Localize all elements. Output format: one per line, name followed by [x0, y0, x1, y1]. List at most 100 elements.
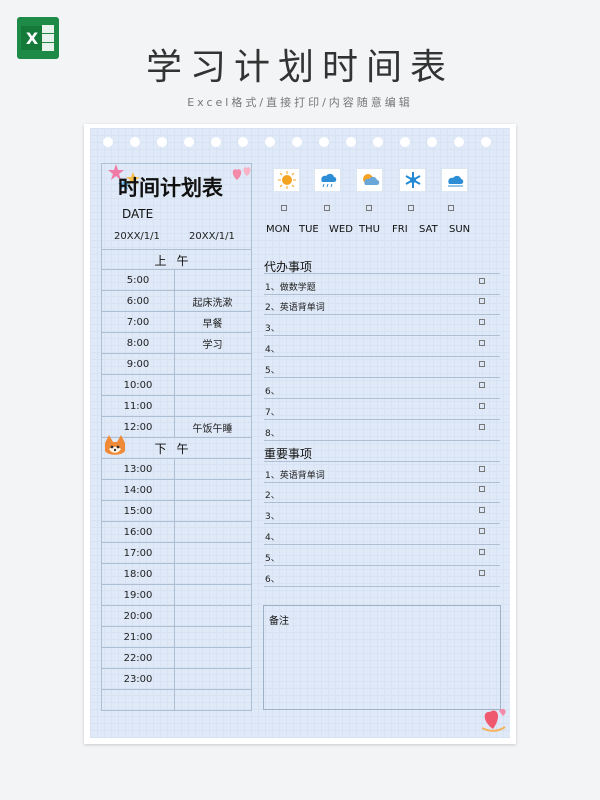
rain-cloud-icon[interactable] [314, 168, 341, 192]
schedule-row[interactable]: 10:00 [102, 374, 251, 395]
weekday-thu[interactable]: THU [359, 224, 380, 235]
cloud-icon[interactable] [441, 168, 468, 192]
schedule-row[interactable] [102, 689, 251, 710]
important-checkbox[interactable] [479, 507, 485, 513]
schedule-row[interactable]: 6:00 起床洗漱 [102, 290, 251, 311]
schedule-row[interactable]: 18:00 [102, 563, 251, 584]
schedule-row[interactable]: 8:00 学习 [102, 332, 251, 353]
important-text[interactable]: 4、 [265, 530, 280, 543]
activity-cell[interactable] [174, 459, 251, 479]
important-checkbox[interactable] [479, 570, 485, 576]
schedule-row[interactable]: 21:00 [102, 626, 251, 647]
weather-checkbox[interactable] [366, 205, 372, 211]
todo-text[interactable]: 4、 [265, 342, 280, 355]
todo-checkbox[interactable] [479, 361, 485, 367]
important-item[interactable]: 2、 [264, 482, 500, 503]
todo-item[interactable]: 1、做数学题 [264, 273, 500, 295]
schedule-row[interactable]: 22:00 [102, 647, 251, 668]
activity-cell[interactable] [174, 501, 251, 521]
important-text[interactable]: 2、 [265, 488, 280, 501]
activity-cell[interactable] [174, 669, 251, 689]
weekday-mon[interactable]: MON [266, 224, 290, 235]
important-checkbox[interactable] [479, 528, 485, 534]
important-item[interactable]: 5、 [264, 545, 500, 566]
weather-checkbox[interactable] [408, 205, 414, 211]
todo-checkbox[interactable] [479, 298, 485, 304]
todo-item[interactable]: 8、 [264, 420, 500, 441]
schedule-row[interactable]: 9:00 [102, 353, 251, 374]
weather-checkbox[interactable] [281, 205, 287, 211]
important-checkbox[interactable] [479, 549, 485, 555]
partly-cloudy-icon[interactable] [356, 168, 383, 192]
important-text[interactable]: 1、英语背单词 [265, 468, 325, 481]
todo-checkbox[interactable] [479, 319, 485, 325]
activity-cell[interactable] [174, 354, 251, 374]
sun-icon[interactable] [273, 168, 300, 192]
activity-cell[interactable]: 早餐 [174, 312, 251, 332]
activity-cell[interactable] [174, 627, 251, 647]
todo-item[interactable]: 3、 [264, 315, 500, 336]
activity-cell[interactable] [174, 522, 251, 542]
todo-text[interactable]: 8、 [265, 426, 280, 439]
schedule-row[interactable]: 14:00 [102, 479, 251, 500]
weekday-fri[interactable]: FRI [392, 224, 408, 235]
todo-text[interactable]: 7、 [265, 405, 280, 418]
activity-cell[interactable] [174, 480, 251, 500]
important-text[interactable]: 5、 [265, 551, 280, 564]
todo-item[interactable]: 2、英语背单词 [264, 294, 500, 315]
activity-cell[interactable] [174, 690, 251, 710]
todo-checkbox[interactable] [479, 278, 485, 284]
schedule-row[interactable]: 11:00 [102, 395, 251, 416]
weekday-sun[interactable]: SUN [449, 224, 470, 235]
activity-cell[interactable] [174, 564, 251, 584]
todo-item[interactable]: 6、 [264, 378, 500, 399]
weather-checkbox[interactable] [324, 205, 330, 211]
todo-text[interactable]: 2、英语背单词 [265, 300, 325, 313]
schedule-row[interactable]: 20:00 [102, 605, 251, 626]
important-checkbox[interactable] [479, 466, 485, 472]
activity-cell[interactable] [174, 396, 251, 416]
end-date[interactable]: 20XX/1/1 [189, 231, 235, 242]
activity-cell[interactable] [174, 270, 251, 290]
schedule-row[interactable]: 13:00 [102, 458, 251, 479]
todo-text[interactable]: 5、 [265, 363, 280, 376]
activity-cell[interactable] [174, 585, 251, 605]
activity-cell[interactable] [174, 543, 251, 563]
start-date[interactable]: 20XX/1/1 [114, 231, 160, 242]
schedule-row[interactable]: 15:00 [102, 500, 251, 521]
todo-text[interactable]: 3、 [265, 321, 280, 334]
schedule-row[interactable]: 7:00 早餐 [102, 311, 251, 332]
important-item[interactable]: 3、 [264, 503, 500, 524]
important-text[interactable]: 3、 [265, 509, 280, 522]
todo-text[interactable]: 1、做数学题 [265, 280, 316, 293]
todo-item[interactable]: 7、 [264, 399, 500, 420]
activity-cell[interactable] [174, 606, 251, 626]
todo-checkbox[interactable] [479, 382, 485, 388]
todo-checkbox[interactable] [479, 424, 485, 430]
weather-checkbox[interactable] [448, 205, 454, 211]
activity-cell[interactable]: 起床洗漱 [174, 291, 251, 311]
todo-item[interactable]: 4、 [264, 336, 500, 357]
snowflake-icon[interactable] [399, 168, 426, 192]
schedule-row[interactable]: 19:00 [102, 584, 251, 605]
schedule-row[interactable]: 17:00 [102, 542, 251, 563]
weekday-tue[interactable]: TUE [299, 224, 319, 235]
todo-checkbox[interactable] [479, 340, 485, 346]
activity-cell[interactable]: 午饭午睡 [174, 417, 251, 437]
activity-cell[interactable]: 学习 [174, 333, 251, 353]
important-item[interactable]: 4、 [264, 524, 500, 545]
weekday-wed[interactable]: WED [329, 224, 353, 235]
activity-cell[interactable] [174, 375, 251, 395]
todo-checkbox[interactable] [479, 403, 485, 409]
activity-cell[interactable] [174, 648, 251, 668]
notes-box[interactable]: 备注 [263, 605, 501, 710]
important-checkbox[interactable] [479, 486, 485, 492]
schedule-row[interactable]: 5:00 [102, 269, 251, 290]
important-item[interactable]: 6、 [264, 566, 500, 587]
schedule-row[interactable]: 16:00 [102, 521, 251, 542]
todo-text[interactable]: 6、 [265, 384, 280, 397]
important-text[interactable]: 6、 [265, 572, 280, 585]
important-item[interactable]: 1、英语背单词 [264, 461, 500, 483]
schedule-row[interactable]: 23:00 [102, 668, 251, 689]
todo-item[interactable]: 5、 [264, 357, 500, 378]
